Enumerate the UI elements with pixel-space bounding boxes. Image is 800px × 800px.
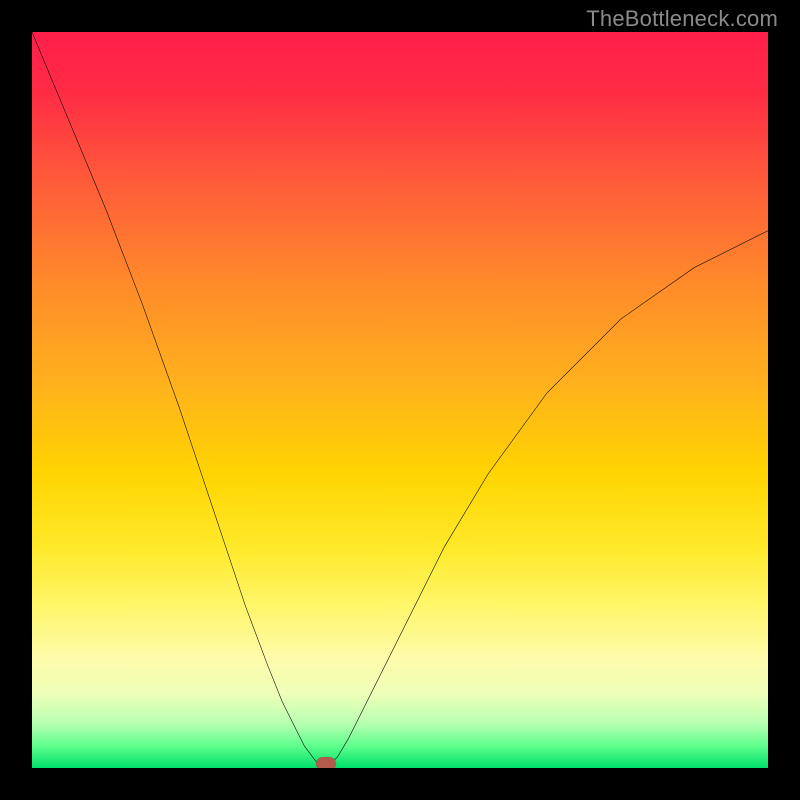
watermark-text: TheBottleneck.com: [586, 6, 778, 32]
optimal-point-marker: [316, 757, 336, 768]
bottleneck-curve: [32, 32, 768, 768]
outer-black-frame: TheBottleneck.com: [0, 0, 800, 800]
plot-area: [32, 32, 768, 768]
